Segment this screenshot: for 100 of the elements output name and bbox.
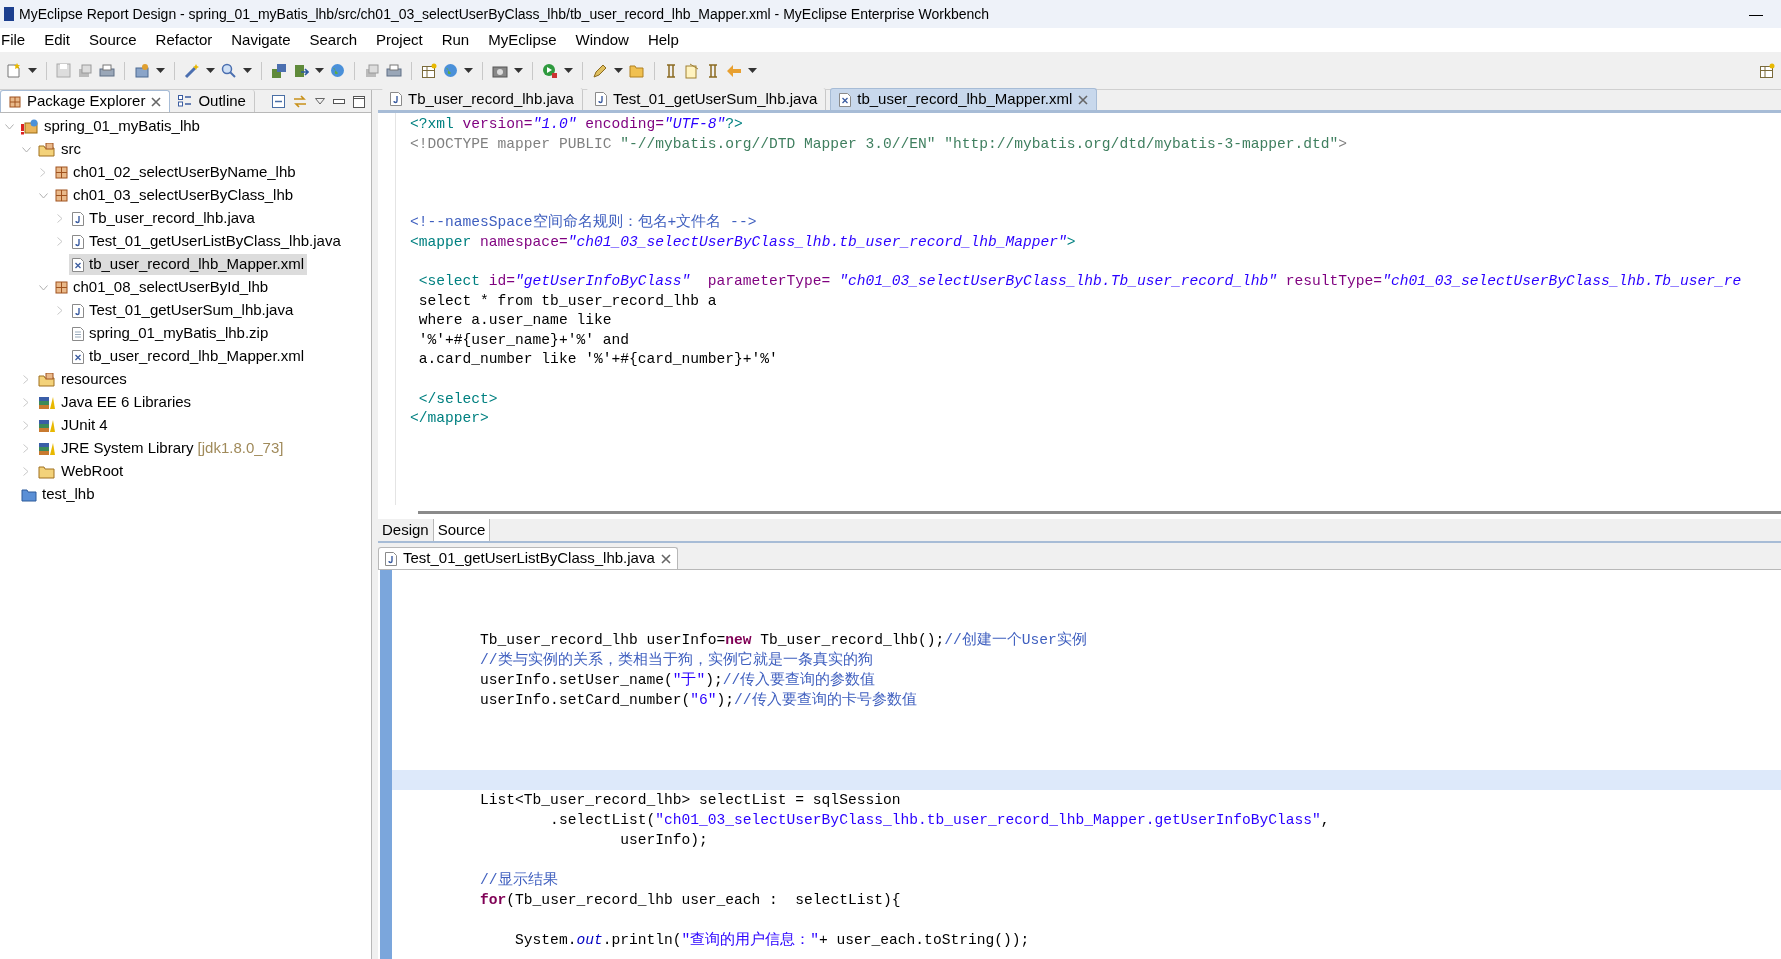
note-icon[interactable] xyxy=(684,62,700,79)
code-comment: //显示结果 xyxy=(479,871,558,889)
tree-item[interactable]: ch01_03_selectUserByClass_lhb xyxy=(52,185,297,206)
horizontal-scrollbar[interactable] xyxy=(418,510,1781,514)
pencil-icon[interactable] xyxy=(592,62,608,79)
close-icon[interactable] xyxy=(1078,94,1089,105)
xml-file-icon xyxy=(72,349,84,364)
package-icon xyxy=(55,189,68,202)
tree-item[interactable]: tb_user_record_lhb_Mapper.xml xyxy=(69,254,308,275)
code-text: </select> xyxy=(417,390,498,408)
menu-item[interactable]: Project xyxy=(376,28,423,52)
tree-item[interactable]: WebRoot xyxy=(35,461,127,482)
new-file-icon[interactable] xyxy=(6,62,22,79)
menu-item[interactable]: Edit xyxy=(44,28,71,52)
package-icon xyxy=(55,281,68,294)
menu-item[interactable]: Refactor xyxy=(155,28,213,52)
stacked-pages-icon[interactable] xyxy=(364,62,380,79)
deploy-icon[interactable] xyxy=(293,62,309,79)
globe-icon[interactable] xyxy=(443,63,458,78)
closed-project-icon xyxy=(21,487,37,502)
tree-item[interactable]: Test_01_getUserListByClass_lhb.java xyxy=(69,231,344,252)
tree-item[interactable]: Java EE 6 Libraries xyxy=(35,392,195,413)
code-text: out xyxy=(576,931,603,949)
bracket-icon[interactable] xyxy=(664,62,678,79)
code-text: for xyxy=(479,891,507,909)
view-menu-icon[interactable] xyxy=(315,98,325,105)
dropdown-caret-icon[interactable] xyxy=(243,67,252,74)
editor-tab[interactable]: Tb_user_record_lhb.java xyxy=(382,88,583,110)
dropdown-caret-icon[interactable] xyxy=(748,67,757,74)
xml-file-icon xyxy=(839,92,852,107)
code-text: userInfo.setCard_number( xyxy=(479,691,691,709)
dropdown-caret-icon[interactable] xyxy=(28,67,37,74)
search-icon[interactable] xyxy=(221,62,237,79)
tree-item[interactable]: JRE System Library [jdk1.8.0_73] xyxy=(35,438,287,459)
run-icon[interactable] xyxy=(542,62,558,79)
menu-item[interactable]: Help xyxy=(647,28,679,52)
editor-tab[interactable]: Test_01_getUserSum_lhb.java xyxy=(586,88,827,110)
minimize-button[interactable]: — xyxy=(1745,3,1767,25)
open-perspective-icon[interactable] xyxy=(1759,62,1775,79)
table-icon[interactable] xyxy=(421,62,437,79)
dropdown-caret-icon[interactable] xyxy=(514,67,523,74)
code-text: '%'+#{user_name}+'%' and xyxy=(417,331,629,349)
dropdown-caret-icon[interactable] xyxy=(464,67,473,74)
code-comment: //创建一个User实例 xyxy=(944,631,1087,649)
dropdown-caret-icon[interactable] xyxy=(315,67,324,74)
tree-item[interactable]: resources xyxy=(35,369,130,390)
folder-icon[interactable] xyxy=(629,63,645,78)
library-icon xyxy=(38,395,56,410)
printer-icon[interactable] xyxy=(386,63,402,78)
menu-item[interactable]: Window xyxy=(575,28,629,52)
wand-icon[interactable] xyxy=(184,62,200,79)
close-icon[interactable] xyxy=(660,553,671,564)
tree-item[interactable]: src xyxy=(35,139,84,160)
code-text: a.card_number like '%'+#{card_number}+'%' xyxy=(417,351,778,369)
code-text: userInfo); xyxy=(619,831,708,849)
menu-item[interactable]: Navigate xyxy=(231,28,291,52)
menu-item[interactable]: Run xyxy=(441,28,470,52)
editor-tab[interactable]: tb_user_record_lhb_Mapper.xml xyxy=(830,88,1098,110)
package-icon[interactable] xyxy=(134,62,150,79)
tree-item[interactable]: spring_01_myBatis_lhb.zip xyxy=(69,323,272,344)
tree-item[interactable]: JUnit 4 xyxy=(35,415,111,436)
menu-item[interactable]: MyEclipse xyxy=(488,28,557,52)
package-icon xyxy=(55,166,68,179)
code-comment: //传入要查询的参数值 xyxy=(722,671,876,689)
editor-tab[interactable]: Test_01_getUserListByClass_lhb.java xyxy=(378,547,678,569)
dropdown-caret-icon[interactable] xyxy=(614,67,623,74)
code-text: new xyxy=(725,631,752,649)
menu-item[interactable]: Source xyxy=(89,28,137,52)
code-comment: //类与实例的关系，类相当于狗，实例它就是一条真实的狗 xyxy=(479,651,873,669)
server-icon[interactable] xyxy=(271,62,287,79)
dropdown-caret-icon[interactable] xyxy=(206,67,215,74)
tree-item[interactable]: spring_01_myBatis_lhb xyxy=(18,116,203,137)
code-text: "ch01_03_selectUserByClass_lhb.Tb_user_re xyxy=(1382,273,1742,291)
tree-item[interactable]: Test_01_getUserSum_lhb.java xyxy=(69,300,297,321)
collapse-all-icon[interactable] xyxy=(272,95,285,108)
minimize-view-icon[interactable] xyxy=(333,98,345,105)
code-text: "getUserInfoByClass" xyxy=(515,273,691,291)
camera-icon[interactable] xyxy=(492,63,508,78)
dropdown-caret-icon[interactable] xyxy=(564,67,573,74)
close-icon[interactable] xyxy=(151,96,162,107)
maximize-view-icon[interactable] xyxy=(353,95,365,108)
link-arrows-icon[interactable] xyxy=(293,95,307,108)
tree-item[interactable]: tb_user_record_lhb_Mapper.xml xyxy=(69,346,308,367)
outline-icon xyxy=(178,95,193,107)
menu-item[interactable]: File xyxy=(1,28,26,52)
source-folder-icon xyxy=(38,142,56,157)
menu-item[interactable]: Search xyxy=(309,28,357,52)
tree-item[interactable]: ch01_02_selectUserByName_lhb xyxy=(52,162,299,183)
bracket-icon[interactable] xyxy=(706,62,720,79)
stacked-pages-icon[interactable] xyxy=(77,62,93,79)
tree-item[interactable]: test_lhb xyxy=(18,484,98,505)
code-text: ?> xyxy=(725,116,743,134)
tree-item[interactable]: Tb_user_record_lhb.java xyxy=(69,208,258,229)
view-tab[interactable]: Source xyxy=(433,519,491,541)
dropdown-caret-icon[interactable] xyxy=(156,67,165,74)
code-text: List<Tb_user_record_lhb> selectList = sqlSession xyxy=(479,791,901,809)
panel-tab[interactable]: Package Explorer xyxy=(0,90,171,112)
tree-item[interactable]: ch01_08_selectUserById_lhb xyxy=(52,277,272,298)
printer-icon[interactable] xyxy=(99,63,115,78)
globe-icon[interactable] xyxy=(330,63,345,78)
